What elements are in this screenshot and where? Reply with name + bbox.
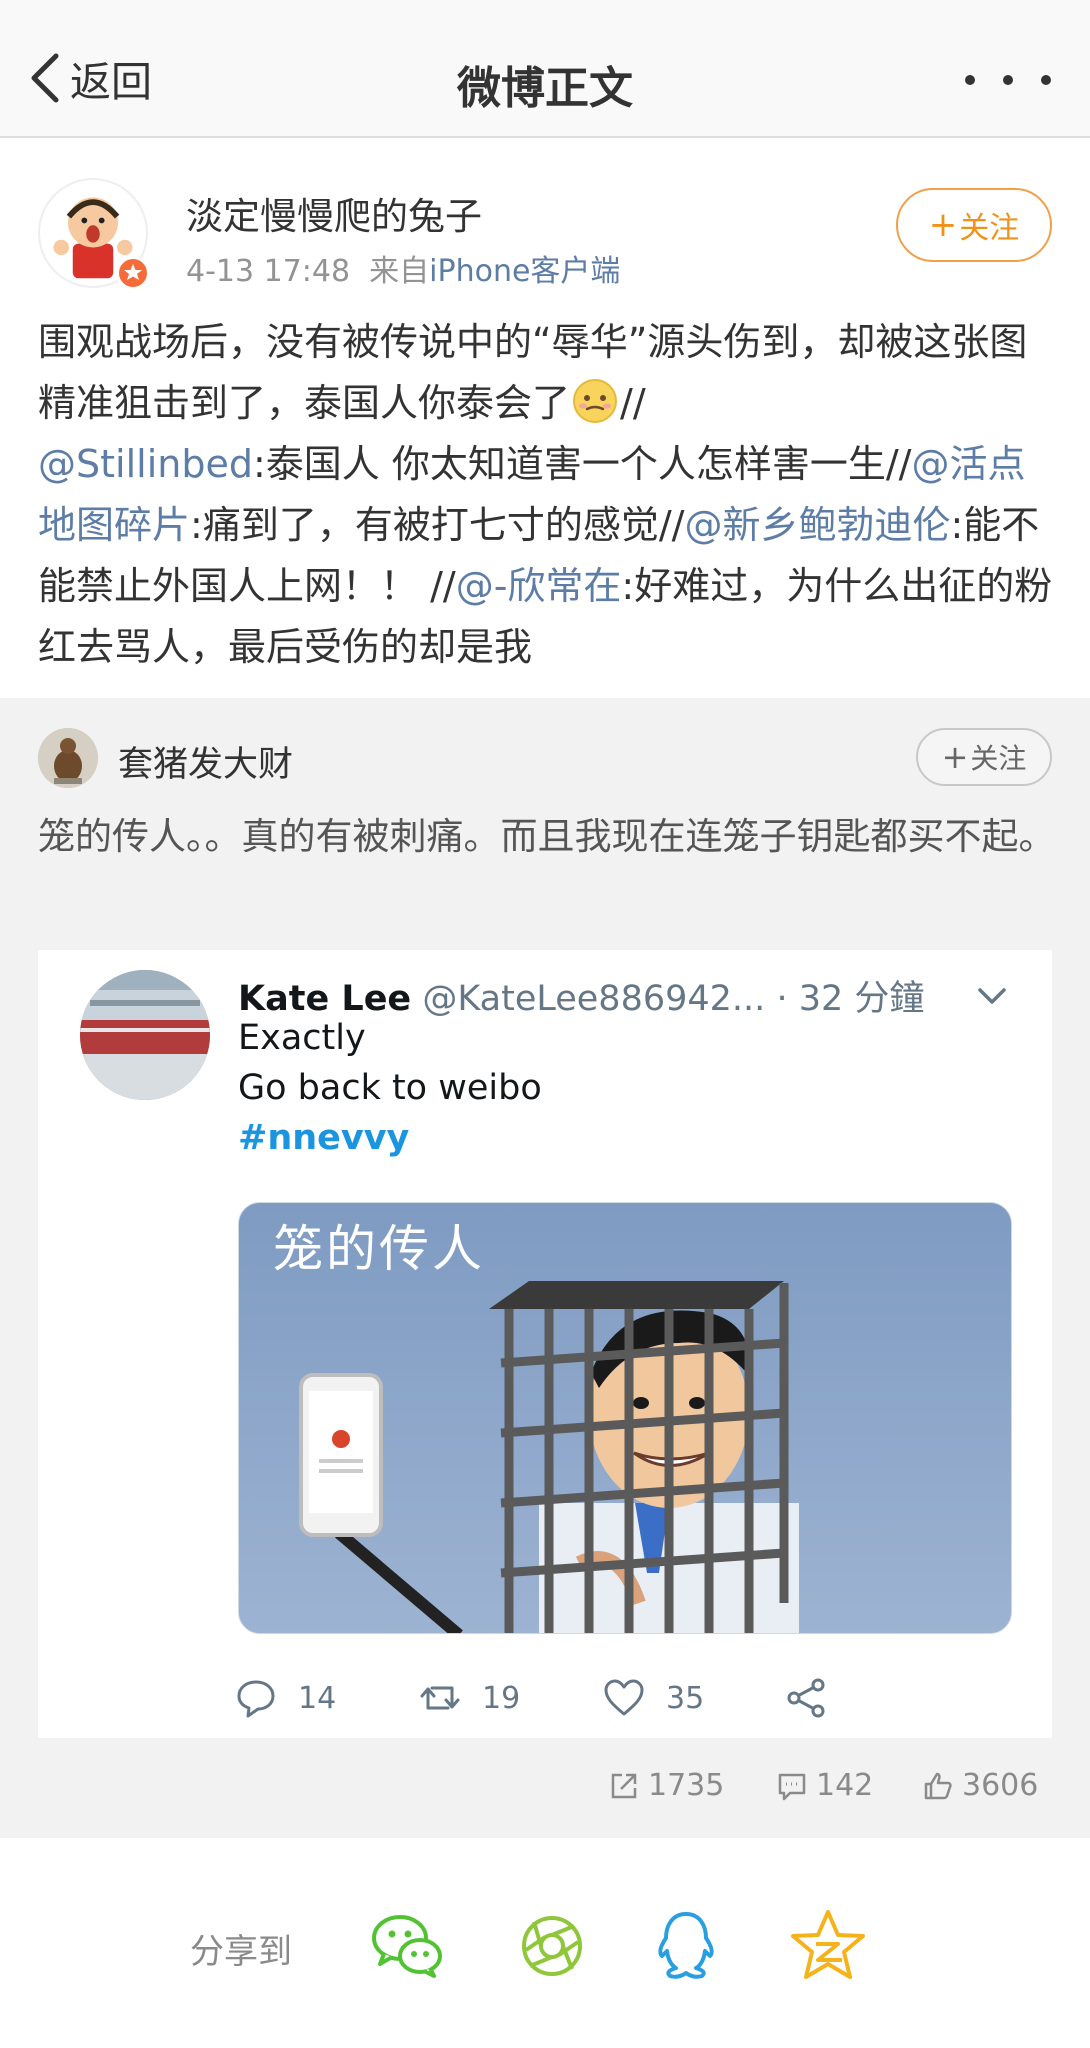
mention-link[interactable]: @新乡鲍勃迪伦 <box>684 503 950 547</box>
post: 淡定慢慢爬的兔子 4-13 17:48 来自iPhone客户端 + 关注 围观战场… <box>0 140 1090 700</box>
tweet-avatar <box>80 970 210 1100</box>
post-text-segment: 围观战场后，没有被传说中的“辱华”源头伤到，却被这张图精准狙击到了，泰国人你泰会… <box>38 320 1028 425</box>
author-name[interactable]: 淡定慢慢爬的兔子 <box>186 186 482 240</box>
retweet-icon <box>420 1686 460 1710</box>
repost-count: 1735 <box>648 1768 725 1803</box>
source-prefix: 来自 <box>369 254 430 289</box>
page-title: 微博正文 <box>457 63 633 114</box>
post-source[interactable]: iPhone客户端 <box>429 254 620 289</box>
tweet-screenshot[interactable]: Kate Lee @KateLee886942... · 32 分鐘 Exact… <box>38 950 1052 1738</box>
follow-button[interactable]: + 关注 <box>916 728 1052 786</box>
share-label: 分享到 <box>190 1932 292 1972</box>
retweet-action[interactable]: 19 <box>418 1676 520 1720</box>
qq-icon[interactable] <box>646 1906 726 1986</box>
verified-badge-icon <box>116 256 150 290</box>
post-text-segment: :泰国人 你太知道害一个人怎样害一生// <box>252 442 912 486</box>
like-count: 35 <box>666 1680 705 1716</box>
post-text: 围观战场后，没有被传说中的“辱华”源头伤到，却被这张图精准狙击到了，泰国人你泰会… <box>38 312 1058 678</box>
comment-count: 142 <box>816 1768 874 1803</box>
post-time: 4-13 17:48 <box>186 254 351 289</box>
like-action[interactable]: 35 <box>602 1676 704 1720</box>
tweet-time: · 32 分鐘 <box>776 979 925 1019</box>
repost-icon <box>611 1773 637 1798</box>
share-icon <box>787 1678 825 1718</box>
tweet-share-action[interactable] <box>784 1676 828 1720</box>
wechat-icon[interactable] <box>368 1906 448 1986</box>
more-dots-icon[interactable] <box>960 62 1056 98</box>
reply-count: 14 <box>298 1680 337 1716</box>
like-count: 3606 <box>962 1768 1039 1803</box>
avatar[interactable] <box>38 178 150 290</box>
repost: 套猪发大财 + 关注 笼的传人。。真的有被刺痛。而且我现在连笼子钥匙都买不起。 K… <box>0 698 1090 1838</box>
moments-icon[interactable] <box>512 1906 592 1986</box>
tweet-text-line: Exactly <box>238 1018 366 1058</box>
chevron-down-icon <box>978 988 1006 1004</box>
mention-link[interactable]: @-欣常在 <box>456 564 622 608</box>
mention-link[interactable]: @Stillinbed <box>38 442 253 486</box>
follow-button[interactable]: + 关注 <box>896 188 1052 262</box>
repost-text: 笼的传人。。真的有被刺痛。而且我现在连笼子钥匙都买不起。 <box>38 815 1056 858</box>
plus-icon: + <box>928 205 958 245</box>
tweet-author-name: Kate Lee <box>238 979 412 1019</box>
tweet-actions: 14 19 35 <box>38 1676 1052 1726</box>
repost-author-name[interactable]: 套猪发大财 <box>118 736 293 787</box>
share-bar: 分享到 <box>0 1840 1090 2048</box>
like-stat[interactable]: 3606 <box>922 1768 1038 1803</box>
follow-label: 关注 <box>970 742 1027 775</box>
plus-icon: + <box>941 738 969 776</box>
repost-stat[interactable]: 1735 <box>608 1768 724 1803</box>
repost-stats: 1735 142 3606 <box>0 1768 1090 1818</box>
heart-icon <box>604 1679 644 1716</box>
retweet-count: 19 <box>482 1680 521 1716</box>
tweet-hashtag: #nnevvy <box>238 1118 410 1158</box>
thumb-up-icon <box>924 1772 952 1799</box>
smile-emoji-icon <box>573 379 618 423</box>
comment-stat[interactable]: 142 <box>776 1768 873 1803</box>
tweet-image: 笼的传人 <box>238 1202 1012 1634</box>
comment-icon <box>778 1773 806 1800</box>
tweet-header: Kate Lee @KateLee886942... · 32 分鐘 <box>238 970 924 1021</box>
avatar[interactable] <box>38 728 98 788</box>
qzone-icon[interactable] <box>788 1906 868 1986</box>
post-meta: 4-13 17:48 来自iPhone客户端 <box>186 246 620 290</box>
nav-bar: 返回 微博正文 <box>0 0 1090 138</box>
post-text-segment: :痛到了，有被打七寸的感觉// <box>190 503 685 547</box>
image-caption: 笼的传人 <box>273 1220 485 1278</box>
tweet-text-line: Go back to weibo <box>238 1068 542 1108</box>
reply-action[interactable]: 14 <box>234 1676 336 1720</box>
follow-label: 关注 <box>959 211 1020 246</box>
post-text-segment: // <box>620 381 646 425</box>
tweet-handle: @KateLee886942... <box>422 979 766 1019</box>
reply-icon <box>237 1680 275 1718</box>
